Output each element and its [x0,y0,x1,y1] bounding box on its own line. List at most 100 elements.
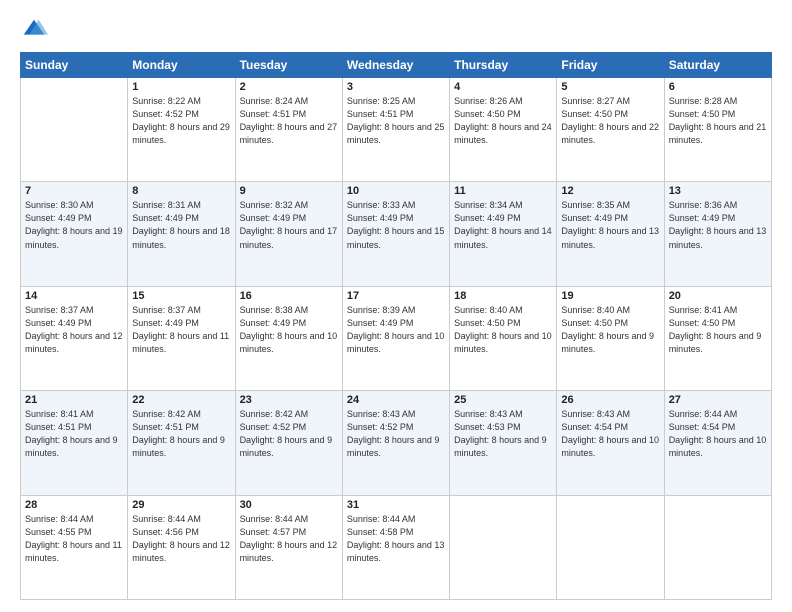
day-number: 27 [669,394,767,406]
day-number: 2 [240,81,338,93]
calendar-cell: 16 Sunrise: 8:38 AMSunset: 4:49 PMDayligh… [235,286,342,390]
day-number: 14 [25,290,123,302]
calendar-cell [21,78,128,182]
day-number: 16 [240,290,338,302]
day-number: 17 [347,290,445,302]
day-info: Sunrise: 8:34 AMSunset: 4:49 PMDaylight:… [454,199,552,251]
day-number: 5 [561,81,659,93]
calendar-cell: 14 Sunrise: 8:37 AMSunset: 4:49 PMDayligh… [21,286,128,390]
day-info: Sunrise: 8:43 AMSunset: 4:52 PMDaylight:… [347,408,445,460]
calendar-cell: 30 Sunrise: 8:44 AMSunset: 4:57 PMDayligh… [235,495,342,599]
calendar-week-3: 14 Sunrise: 8:37 AMSunset: 4:49 PMDayligh… [21,286,772,390]
day-info: Sunrise: 8:42 AMSunset: 4:51 PMDaylight:… [132,408,230,460]
day-number: 12 [561,185,659,197]
calendar-cell: 31 Sunrise: 8:44 AMSunset: 4:58 PMDayligh… [342,495,449,599]
day-number: 31 [347,499,445,511]
day-number: 4 [454,81,552,93]
day-number: 9 [240,185,338,197]
day-number: 18 [454,290,552,302]
calendar-cell: 8 Sunrise: 8:31 AMSunset: 4:49 PMDaylight… [128,182,235,286]
day-info: Sunrise: 8:31 AMSunset: 4:49 PMDaylight:… [132,199,230,251]
day-info: Sunrise: 8:41 AMSunset: 4:50 PMDaylight:… [669,304,767,356]
calendar-cell: 12Sunrise: 8:35 AMSunset: 4:49 PMDayligh… [557,182,664,286]
day-number: 1 [132,81,230,93]
day-number: 28 [25,499,123,511]
day-info: Sunrise: 8:33 AMSunset: 4:49 PMDaylight:… [347,199,445,251]
day-header-monday: Monday [128,53,235,78]
calendar-week-4: 21 Sunrise: 8:41 AMSunset: 4:51 PMDayligh… [21,391,772,495]
calendar-cell: 15Sunrise: 8:37 AMSunset: 4:49 PMDayligh… [128,286,235,390]
day-number: 24 [347,394,445,406]
day-info: Sunrise: 8:41 AMSunset: 4:51 PMDaylight:… [25,408,123,460]
day-info: Sunrise: 8:37 AMSunset: 4:49 PMDaylight:… [25,304,123,356]
day-info: Sunrise: 8:42 AMSunset: 4:52 PMDaylight:… [240,408,338,460]
calendar-cell: 1 Sunrise: 8:22 AMSunset: 4:52 PMDaylight… [128,78,235,182]
calendar-cell: 27 Sunrise: 8:44 AMSunset: 4:54 PMDayligh… [664,391,771,495]
calendar-week-5: 28 Sunrise: 8:44 AMSunset: 4:55 PMDayligh… [21,495,772,599]
day-header-thursday: Thursday [450,53,557,78]
day-info: Sunrise: 8:22 AMSunset: 4:52 PMDaylight:… [132,95,230,147]
day-info: Sunrise: 8:39 AMSunset: 4:49 PMDaylight:… [347,304,445,356]
day-info: Sunrise: 8:25 AMSunset: 4:51 PMDaylight:… [347,95,445,147]
calendar-cell: 28 Sunrise: 8:44 AMSunset: 4:55 PMDayligh… [21,495,128,599]
calendar-cell: 13 Sunrise: 8:36 AMSunset: 4:49 PMDayligh… [664,182,771,286]
calendar-cell: 5 Sunrise: 8:27 AMSunset: 4:50 PMDaylight… [557,78,664,182]
day-number: 15 [132,290,230,302]
day-header-saturday: Saturday [664,53,771,78]
calendar-cell: 24 Sunrise: 8:43 AMSunset: 4:52 PMDayligh… [342,391,449,495]
calendar-header-row: SundayMondayTuesdayWednesdayThursdayFrid… [21,53,772,78]
day-info: Sunrise: 8:44 AMSunset: 4:57 PMDaylight:… [240,513,338,565]
calendar-week-1: 1 Sunrise: 8:22 AMSunset: 4:52 PMDaylight… [21,78,772,182]
day-info: Sunrise: 8:38 AMSunset: 4:49 PMDaylight:… [240,304,338,356]
day-info: Sunrise: 8:43 AMSunset: 4:54 PMDaylight:… [561,408,659,460]
calendar-cell: 3 Sunrise: 8:25 AMSunset: 4:51 PMDaylight… [342,78,449,182]
day-number: 21 [25,394,123,406]
calendar-cell [664,495,771,599]
day-info: Sunrise: 8:36 AMSunset: 4:49 PMDaylight:… [669,199,767,251]
day-number: 8 [132,185,230,197]
calendar-cell: 26 Sunrise: 8:43 AMSunset: 4:54 PMDayligh… [557,391,664,495]
day-number: 13 [669,185,767,197]
day-number: 26 [561,394,659,406]
day-number: 20 [669,290,767,302]
day-number: 25 [454,394,552,406]
calendar-cell: 10 Sunrise: 8:33 AMSunset: 4:49 PMDayligh… [342,182,449,286]
day-number: 19 [561,290,659,302]
logo [20,16,52,44]
day-info: Sunrise: 8:24 AMSunset: 4:51 PMDaylight:… [240,95,338,147]
day-header-friday: Friday [557,53,664,78]
day-info: Sunrise: 8:27 AMSunset: 4:50 PMDaylight:… [561,95,659,147]
calendar-cell: 6Sunrise: 8:28 AMSunset: 4:50 PMDaylight… [664,78,771,182]
calendar-cell [557,495,664,599]
day-info: Sunrise: 8:44 AMSunset: 4:54 PMDaylight:… [669,408,767,460]
day-info: Sunrise: 8:40 AMSunset: 4:50 PMDaylight:… [454,304,552,356]
calendar-cell: 7 Sunrise: 8:30 AMSunset: 4:49 PMDaylight… [21,182,128,286]
calendar-cell: 20 Sunrise: 8:41 AMSunset: 4:50 PMDayligh… [664,286,771,390]
calendar-cell: 29 Sunrise: 8:44 AMSunset: 4:56 PMDayligh… [128,495,235,599]
day-info: Sunrise: 8:40 AMSunset: 4:50 PMDaylight:… [561,304,659,356]
header [20,16,772,44]
day-number: 3 [347,81,445,93]
logo-icon [20,16,48,44]
calendar-cell: 23Sunrise: 8:42 AMSunset: 4:52 PMDayligh… [235,391,342,495]
calendar-table: SundayMondayTuesdayWednesdayThursdayFrid… [20,52,772,600]
calendar-cell: 2 Sunrise: 8:24 AMSunset: 4:51 PMDaylight… [235,78,342,182]
day-header-sunday: Sunday [21,53,128,78]
calendar-cell: 25Sunrise: 8:43 AMSunset: 4:53 PMDayligh… [450,391,557,495]
calendar-cell: 4 Sunrise: 8:26 AMSunset: 4:50 PMDaylight… [450,78,557,182]
day-info: Sunrise: 8:44 AMSunset: 4:58 PMDaylight:… [347,513,445,565]
day-number: 30 [240,499,338,511]
day-header-wednesday: Wednesday [342,53,449,78]
day-info: Sunrise: 8:26 AMSunset: 4:50 PMDaylight:… [454,95,552,147]
day-number: 10 [347,185,445,197]
day-info: Sunrise: 8:44 AMSunset: 4:56 PMDaylight:… [132,513,230,565]
calendar-cell: 11Sunrise: 8:34 AMSunset: 4:49 PMDayligh… [450,182,557,286]
day-info: Sunrise: 8:44 AMSunset: 4:55 PMDaylight:… [25,513,123,565]
day-number: 29 [132,499,230,511]
calendar-cell: 22Sunrise: 8:42 AMSunset: 4:51 PMDayligh… [128,391,235,495]
day-number: 7 [25,185,123,197]
calendar-cell: 18 Sunrise: 8:40 AMSunset: 4:50 PMDayligh… [450,286,557,390]
day-info: Sunrise: 8:30 AMSunset: 4:49 PMDaylight:… [25,199,123,251]
day-info: Sunrise: 8:32 AMSunset: 4:49 PMDaylight:… [240,199,338,251]
page: SundayMondayTuesdayWednesdayThursdayFrid… [0,0,792,612]
